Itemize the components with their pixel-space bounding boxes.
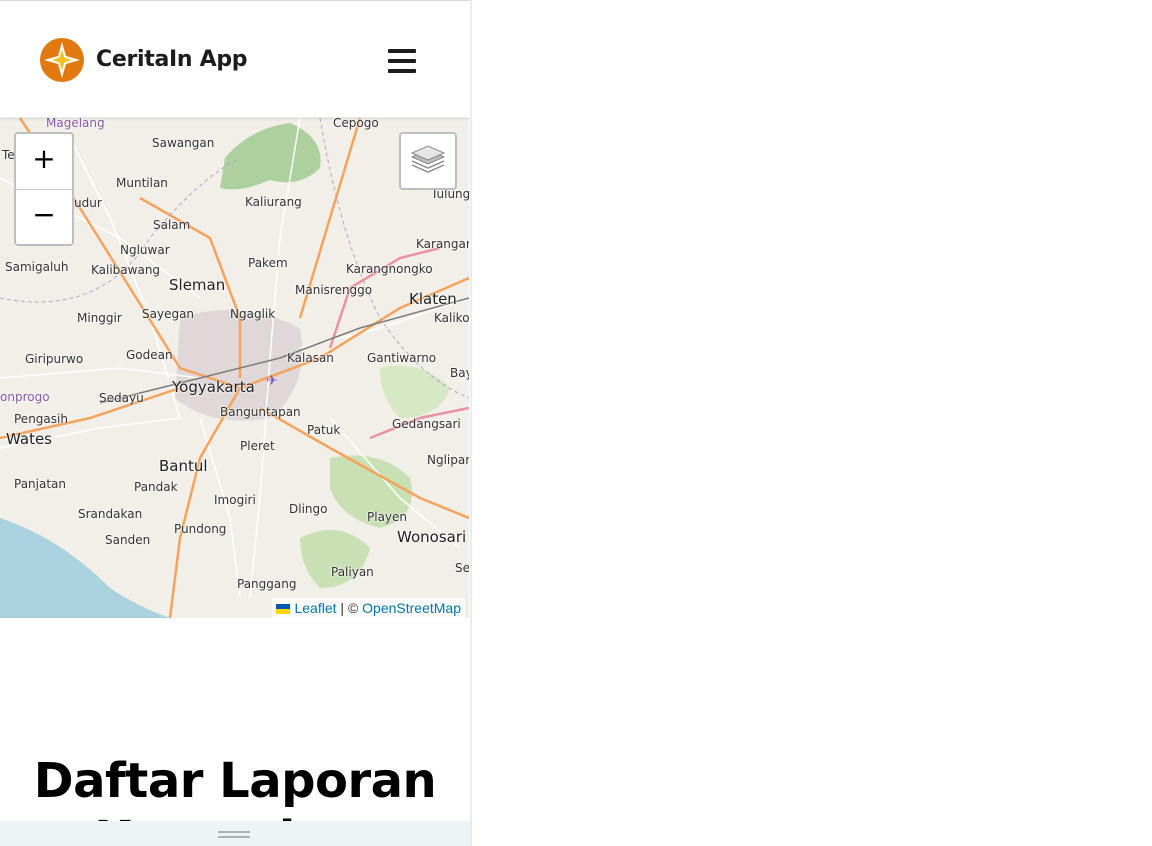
map-label-ngluwar: Ngluwar (120, 243, 170, 257)
hamburger-icon-line (388, 69, 416, 73)
map-label-wonosari: Wonosari (397, 528, 467, 546)
map-label-sleman: Sleman (169, 276, 226, 294)
map-label-paliyan: Paliyan (331, 565, 374, 579)
map-label-klaten: Klaten (409, 290, 457, 308)
map-label-muntilan: Muntilan (116, 176, 168, 190)
map-label-bay: Bay (450, 366, 469, 380)
hamburger-icon (388, 49, 416, 53)
map-label-cepogo: Cepogo (333, 118, 379, 130)
map-label-magelang: Magelang (46, 118, 105, 130)
zoom-in-button[interactable]: + (16, 134, 72, 190)
map-label-nglipar: Nglipar (427, 453, 469, 467)
map-attribution: Leaflet | © OpenStreetMap (272, 598, 465, 618)
app-brand-name[interactable]: CeritaIn App (96, 47, 248, 72)
drag-handle-icon (218, 831, 250, 839)
map-label-panjatan: Panjatan (14, 477, 67, 491)
map-label-kaliurang: Kaliurang (245, 195, 302, 209)
map-label-ngaglik: Ngaglik (230, 307, 276, 321)
hamburger-icon-line (388, 59, 416, 63)
hamburger-menu-button[interactable] (382, 41, 422, 81)
map-label-te: Te (2, 148, 15, 162)
map-label-godean: Godean (126, 348, 173, 362)
ukraine-flag-icon (276, 604, 291, 614)
svg-text:✈: ✈ (266, 372, 278, 388)
map-label-kalibawang: Kalibawang (91, 263, 161, 277)
map-label-gedangsari: Gedangsari (392, 417, 461, 431)
map-label-bantul: Bantul (159, 457, 208, 475)
map-label-karangan: Karangan (416, 237, 469, 251)
zoom-control: + − (14, 132, 74, 246)
bottom-sheet-handle[interactable] (0, 821, 470, 846)
map-label-sawangan: Sawangan (152, 136, 215, 150)
map-label-yogyakarta: Yogyakarta (172, 378, 255, 396)
map-label-salam: Salam (153, 218, 191, 232)
map-label-kulonprogo: onprogo (0, 390, 50, 404)
map-label-karangnongko: Karangnongko (346, 262, 433, 276)
map-label-panggang: Panggang (237, 577, 297, 591)
map-label-sayegan: Sayegan (142, 307, 195, 321)
map-label-wates: Wates (6, 430, 52, 448)
map-label-patuk: Patuk (307, 423, 341, 437)
map-label-pakem: Pakem (248, 256, 288, 270)
map-label-srandakan: Srandakan (78, 507, 143, 521)
map-label-pandak: Pandak (134, 480, 178, 494)
map-label-dlingo: Dlingo (289, 502, 328, 516)
map-label-kalasan: Kalasan (287, 351, 334, 365)
map-label-minggir: Minggir (77, 311, 122, 325)
map-label-sedayu: Sedayu (99, 391, 144, 405)
map-view[interactable]: ✈ Magelang Cepogo Te Sawangan Muntilan T… (0, 118, 469, 618)
map-label-samigaluh: Samigaluh (5, 260, 69, 274)
app-header: CeritaIn App (0, 1, 470, 117)
map-label-se: Se (455, 561, 469, 575)
map-label-pleret: Pleret (240, 439, 275, 453)
zoom-out-button[interactable]: − (16, 190, 72, 245)
map-label-manisrenggo: Manisrenggo (295, 283, 373, 297)
app-viewport: CeritaIn App ✈ Magelang Cepogo Te Sawang… (0, 0, 472, 846)
map-label-imogiri: Imogiri (214, 493, 256, 507)
app-logo-icon (40, 38, 84, 82)
layers-control-button[interactable] (399, 132, 457, 190)
map-label-sanden: Sanden (105, 533, 151, 547)
openstreetmap-link[interactable]: OpenStreetMap (362, 600, 461, 616)
layers-icon (410, 145, 446, 173)
map-label-pengasih: Pengasih (14, 412, 68, 426)
map-label-giripurwo: Giripurwo (25, 352, 84, 366)
map-label-kaliko: Kaliko (434, 311, 469, 325)
leaflet-link[interactable]: Leaflet (294, 600, 336, 616)
map-label-banguntapan: Banguntapan (220, 405, 301, 419)
attribution-separator: | © (336, 600, 363, 616)
map-label-pundong: Pundong (174, 522, 227, 536)
map-label-mudur: udur (74, 196, 102, 210)
map-label-gantiwarno: Gantiwarno (367, 351, 437, 365)
map-label-playen: Playen (367, 510, 408, 524)
